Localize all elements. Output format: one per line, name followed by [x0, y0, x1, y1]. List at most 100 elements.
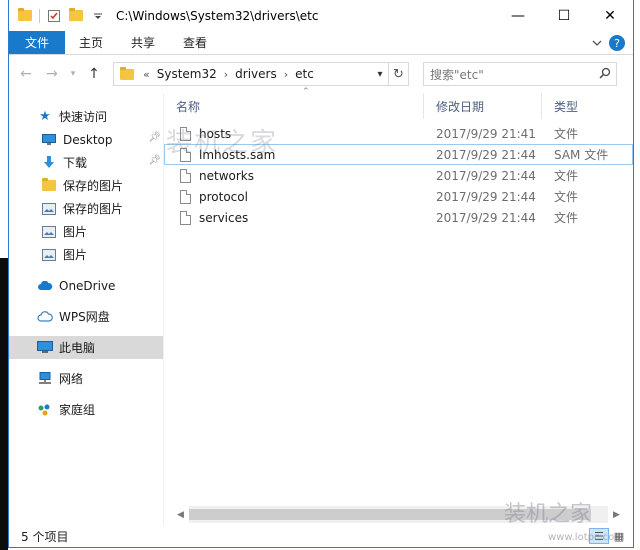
details-view-icon[interactable]: ☰: [589, 528, 609, 544]
close-button[interactable]: ✕: [587, 0, 633, 31]
background-right-edge: [634, 0, 640, 550]
nav-label: 此电脑: [59, 341, 96, 355]
background-desktop-top: [0, 0, 8, 258]
tab-share[interactable]: 共享: [117, 31, 169, 54]
search-input[interactable]: 搜索"etc": [423, 62, 617, 86]
properties-icon[interactable]: [46, 8, 62, 24]
file-icon: [180, 126, 191, 141]
download-icon: [41, 155, 57, 171]
back-arrow-icon[interactable]: ←: [15, 63, 37, 85]
nav-quick-access[interactable]: ★ 快速访问: [9, 105, 163, 128]
address-bar[interactable]: « System32 › drivers › etc ▾ ↻: [113, 62, 409, 86]
tab-file[interactable]: 文件: [9, 31, 66, 54]
file-row-hosts[interactable]: hosts 2017/9/29 21:41 文件: [164, 123, 633, 144]
nav-label: 保存的图片: [63, 179, 124, 193]
nav-homegroup[interactable]: 家庭组: [9, 398, 163, 421]
refresh-icon[interactable]: ↻: [388, 62, 408, 86]
nav-pictures[interactable]: 图片: [9, 220, 163, 243]
nav-label: 图片: [63, 225, 88, 239]
nav-wps-drive[interactable]: WPS网盘: [9, 305, 163, 328]
file-row-networks[interactable]: networks 2017/9/29 21:44 文件: [164, 165, 633, 186]
search-placeholder: 搜索"etc": [430, 67, 484, 82]
nav-label: 保存的图片: [63, 202, 124, 216]
network-icon: [37, 371, 53, 387]
scroll-right-icon[interactable]: ▶: [608, 506, 625, 523]
file-name: hosts: [199, 126, 232, 141]
nav-onedrive[interactable]: OneDrive: [9, 274, 163, 297]
file-icon: [180, 168, 191, 183]
file-name: services: [199, 210, 249, 225]
nav-saved-pictures-folder[interactable]: 保存的图片: [9, 174, 163, 197]
recent-dropdown-icon[interactable]: ▾: [67, 63, 79, 85]
window-title: C:\Windows\System32\drivers\etc: [116, 8, 319, 23]
pin-icon[interactable]: 📌︎: [148, 155, 161, 166]
column-header-type[interactable]: 类型: [542, 93, 622, 119]
maximize-button[interactable]: ☐: [541, 0, 587, 31]
search-icon[interactable]: [594, 67, 616, 82]
scroll-left-icon[interactable]: ◀: [172, 506, 189, 523]
nav-this-pc[interactable]: 此电脑: [9, 336, 163, 359]
file-date: 2017/9/29 21:44: [436, 168, 536, 183]
file-name: networks: [199, 168, 254, 183]
expand-ribbon-icon[interactable]: [587, 31, 607, 54]
file-list: ⌃ 名称 修改日期 类型 hosts 2017/9/29 21:41 文件 lm…: [163, 87, 633, 525]
help-icon[interactable]: ?: [609, 35, 625, 51]
address-folder-icon: [120, 66, 134, 80]
sort-ascending-icon: ⌃: [302, 87, 310, 97]
file-icon: [180, 210, 191, 225]
file-row-services[interactable]: services 2017/9/29 21:44 文件: [164, 207, 633, 228]
item-count: 5 个项目: [21, 529, 69, 544]
background-console: [0, 258, 8, 550]
nav-desktop[interactable]: Desktop 📌︎: [9, 128, 163, 151]
cloud-icon: [37, 278, 53, 294]
file-date: 2017/9/29 21:44: [436, 189, 536, 204]
folder-icon[interactable]: [17, 8, 33, 24]
scroll-track[interactable]: [189, 506, 608, 523]
nav-label: 下载: [63, 156, 88, 170]
homegroup-icon: [37, 402, 53, 418]
column-header-name[interactable]: 名称: [164, 93, 424, 119]
main-area: ★ 快速访问 Desktop 📌︎ 下载 📌︎ 保存的图片 保存的图片 图片 图…: [9, 87, 633, 525]
column-header-date[interactable]: 修改日期: [424, 93, 542, 119]
chevron-right-icon[interactable]: ›: [221, 68, 231, 81]
nav-label: WPS网盘: [59, 310, 110, 324]
breadcrumb-etc[interactable]: etc: [291, 67, 318, 81]
file-row-lmhosts[interactable]: lmhosts.sam 2017/9/29 21:44 SAM 文件: [164, 144, 633, 165]
breadcrumb-system32[interactable]: System32: [153, 67, 221, 81]
file-date: 2017/9/29 21:44: [436, 210, 536, 225]
file-type: 文件: [554, 211, 579, 225]
pin-icon[interactable]: 📌︎: [148, 132, 161, 143]
customize-toolbar-icon[interactable]: [90, 8, 106, 24]
navigation-pane: ★ 快速访问 Desktop 📌︎ 下载 📌︎ 保存的图片 保存的图片 图片 图…: [9, 93, 163, 525]
large-icons-view-icon[interactable]: ▦: [609, 528, 629, 544]
picture-icon: [41, 201, 57, 217]
nav-network[interactable]: 网络: [9, 367, 163, 390]
file-name: protocol: [199, 189, 248, 204]
address-dropdown-icon[interactable]: ▾: [372, 69, 388, 80]
file-name: lmhosts.sam: [199, 147, 276, 162]
chevron-right-icon[interactable]: ›: [281, 68, 291, 81]
tab-view[interactable]: 查看: [169, 31, 221, 54]
nav-label: OneDrive: [59, 278, 116, 293]
file-row-protocol[interactable]: protocol 2017/9/29 21:44 文件: [164, 186, 633, 207]
nav-label: 快速访问: [59, 110, 108, 124]
quick-access-toolbar: [9, 8, 106, 24]
nav-saved-pictures[interactable]: 保存的图片: [9, 197, 163, 220]
nav-pictures-2[interactable]: 图片: [9, 243, 163, 266]
breadcrumb-overflow[interactable]: «: [140, 68, 153, 81]
desktop-icon: [41, 132, 57, 148]
scroll-thumb[interactable]: [189, 509, 592, 520]
tab-home[interactable]: 主页: [65, 31, 117, 54]
file-explorer-window: C:\Windows\System32\drivers\etc — ☐ ✕ 文件…: [8, 0, 634, 548]
nav-label: Desktop: [63, 132, 113, 147]
new-folder-icon[interactable]: [68, 8, 84, 24]
minimize-button[interactable]: —: [495, 0, 541, 31]
breadcrumb-drivers[interactable]: drivers: [231, 67, 281, 81]
nav-downloads[interactable]: 下载 📌︎: [9, 151, 163, 174]
ribbon-tabs: 文件 主页 共享 查看 ?: [9, 31, 633, 55]
status-bar: 5 个项目 ☰ ▦: [9, 525, 633, 547]
up-arrow-icon[interactable]: ↑: [83, 63, 105, 85]
horizontal-scrollbar[interactable]: ◀ ▶: [172, 506, 625, 523]
forward-arrow-icon[interactable]: →: [41, 63, 63, 85]
address-row: ← → ▾ ↑ « System32 › drivers › etc ▾ ↻ 搜…: [9, 55, 633, 93]
